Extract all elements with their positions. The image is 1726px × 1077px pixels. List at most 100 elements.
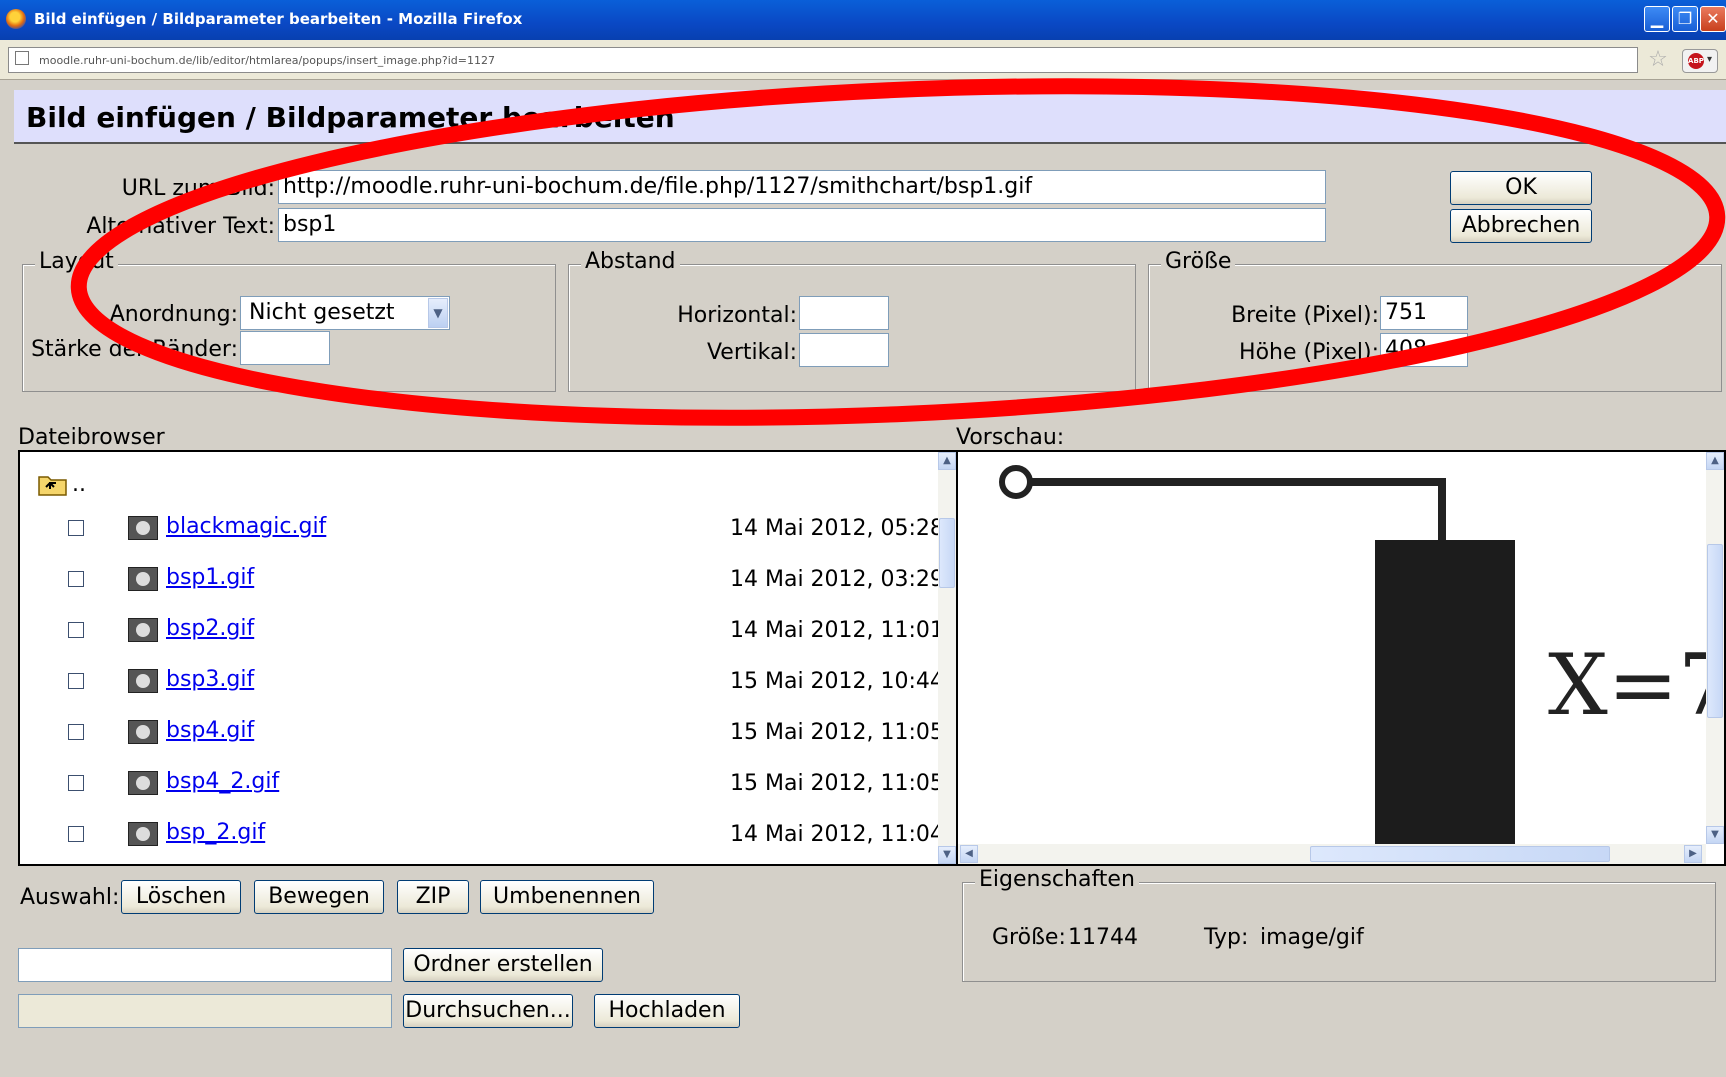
file-link[interactable]: bsp4.gif <box>166 718 254 743</box>
align-select-value: Nicht gesetzt <box>249 300 395 325</box>
preview-formula: X=7 <box>1548 636 1724 734</box>
size-info-value: 11744 <box>1068 925 1138 950</box>
address-bar[interactable]: moodle.ruhr-uni-bochum.de/lib/editor/htm… <box>8 47 1638 73</box>
firefox-icon <box>6 9 26 29</box>
scroll-right-icon[interactable]: ▶ <box>1684 845 1702 863</box>
url-input[interactable]: http://moodle.ruhr-uni-bochum.de/file.ph… <box>278 170 1326 204</box>
scroll-left-icon[interactable]: ◀ <box>960 845 978 863</box>
upload-file-input[interactable] <box>18 994 392 1028</box>
dialog-title: Bild einfügen / Bildparameter bearbeiten <box>26 101 675 134</box>
border-input[interactable] <box>240 331 330 365</box>
browse-button[interactable]: Durchsuchen... <box>403 994 573 1028</box>
cancel-button[interactable]: Abbrechen <box>1450 209 1592 243</box>
file-checkbox[interactable] <box>68 673 84 689</box>
horizontal-label: Horizontal: <box>677 303 797 328</box>
folder-name-input[interactable] <box>18 948 392 982</box>
type-info-value: image/gif <box>1260 925 1364 950</box>
url-label: URL zum Bild: <box>121 176 275 201</box>
scroll-up-icon[interactable]: ▲ <box>938 452 956 470</box>
layout-legend: Layout <box>35 249 118 274</box>
delete-button[interactable]: Löschen <box>121 880 241 914</box>
file-date: 15 Mai 2012, 11:05 <box>730 720 944 745</box>
address-url: moodle.ruhr-uni-bochum.de/lib/editor/htm… <box>39 54 495 67</box>
parent-folder-link[interactable]: .. <box>72 472 86 497</box>
file-row: bsp2.gif 14 Mai 2012, 11:01 <box>20 606 944 656</box>
upload-button[interactable]: Hochladen <box>594 994 740 1028</box>
site-identity-icon[interactable] <box>15 51 29 65</box>
file-row: bsp_2.gif 14 Mai 2012, 11:04 <box>20 810 944 860</box>
adblock-icon: ABP <box>1688 53 1704 69</box>
address-bar-row: moodle.ruhr-uni-bochum.de/lib/editor/htm… <box>0 40 1726 80</box>
properties-legend: Eigenschaften <box>975 867 1139 892</box>
alt-text-label: Alternativer Text: <box>86 214 275 239</box>
file-checkbox[interactable] <box>68 571 84 587</box>
window-title: Bild einfügen / Bildparameter bearbeiten… <box>34 10 523 28</box>
preview-vscroll-thumb[interactable] <box>1707 544 1723 718</box>
image-file-icon <box>128 669 158 693</box>
file-checkbox[interactable] <box>68 520 84 536</box>
preview-hscroll[interactable]: ◀ ▶ <box>958 844 1706 864</box>
align-select[interactable]: Nicht gesetzt ▼ <box>240 296 450 330</box>
scroll-up-icon[interactable]: ▲ <box>1706 452 1724 470</box>
file-link[interactable]: bsp2.gif <box>166 616 254 641</box>
image-file-icon <box>128 822 158 846</box>
image-file-icon <box>128 618 158 642</box>
parent-folder-icon[interactable] <box>38 472 68 496</box>
minimize-button[interactable]: ▁ <box>1644 6 1670 32</box>
zip-button[interactable]: ZIP <box>397 880 469 914</box>
align-label: Anordnung: <box>109 302 238 327</box>
preview-panel: X=7 ▲ ▼ ◀ ▶ <box>956 450 1726 866</box>
scroll-down-icon[interactable]: ▼ <box>938 846 956 864</box>
file-checkbox[interactable] <box>68 724 84 740</box>
file-date: 14 Mai 2012, 11:01 <box>730 618 944 643</box>
height-label: Höhe (Pixel): <box>1239 340 1379 365</box>
scroll-down-icon[interactable]: ▼ <box>1706 826 1724 844</box>
maximize-button[interactable]: ❐ <box>1672 6 1698 32</box>
image-file-icon <box>128 567 158 591</box>
width-label: Breite (Pixel): <box>1231 303 1379 328</box>
file-row: bsp3.gif 15 Mai 2012, 10:44 <box>20 657 944 707</box>
file-link[interactable]: bsp3.gif <box>166 667 254 692</box>
file-checkbox[interactable] <box>68 775 84 791</box>
file-browser-panel: .. blackmagic.gif 14 Mai 2012, 05:28 bsp1.… <box>18 450 958 866</box>
file-browser-label: Dateibrowser <box>18 425 165 450</box>
vertical-label: Vertikal: <box>706 340 797 365</box>
file-link[interactable]: bsp4_2.gif <box>166 769 279 794</box>
file-link[interactable]: bsp1.gif <box>166 565 254 590</box>
preview-image: X=7 <box>999 465 1724 844</box>
width-input[interactable]: 751 <box>1380 296 1468 330</box>
alt-text-input[interactable]: bsp1 <box>278 208 1326 242</box>
preview-vscroll[interactable]: ▲ ▼ <box>1706 452 1724 844</box>
preview-hscroll-thumb[interactable] <box>1310 846 1610 862</box>
file-row: bsp4.gif 15 Mai 2012, 11:05 <box>20 708 944 758</box>
chevron-down-icon[interactable]: ▼ <box>428 298 448 328</box>
file-checkbox[interactable] <box>68 826 84 842</box>
file-link[interactable]: blackmagic.gif <box>166 514 326 539</box>
ok-button[interactable]: OK <box>1450 171 1592 205</box>
type-info-label: Typ: <box>1204 925 1249 950</box>
window-titlebar: Bild einfügen / Bildparameter bearbeiten… <box>0 0 1726 40</box>
file-link[interactable]: bsp_2.gif <box>166 820 265 845</box>
close-button[interactable]: ✕ <box>1700 6 1726 32</box>
image-file-icon <box>128 720 158 744</box>
spacing-legend: Abstand <box>581 249 680 274</box>
file-checkbox[interactable] <box>68 622 84 638</box>
file-row: bsp1.gif 14 Mai 2012, 03:29 <box>20 555 944 605</box>
scroll-thumb[interactable] <box>939 518 955 588</box>
size-legend: Größe <box>1161 249 1236 274</box>
vertical-input[interactable] <box>799 333 889 367</box>
preview-label: Vorschau: <box>956 425 1065 450</box>
height-input[interactable]: 408 <box>1380 333 1468 367</box>
file-date: 15 Mai 2012, 10:44 <box>730 669 944 694</box>
move-button[interactable]: Bewegen <box>254 880 384 914</box>
adblock-button[interactable]: ABP ▾ <box>1682 49 1718 73</box>
bookmark-star-icon[interactable]: ☆ <box>1645 47 1671 73</box>
dialog-header: Bild einfügen / Bildparameter bearbeiten <box>14 90 1726 144</box>
horizontal-input[interactable] <box>799 296 889 330</box>
selection-label: Auswahl: <box>20 885 120 910</box>
file-date: 15 Mai 2012, 11:05 <box>730 771 944 796</box>
rename-button[interactable]: Umbenennen <box>480 880 654 914</box>
file-list-scrollbar[interactable]: ▲ ▼ <box>938 452 956 864</box>
file-date: 14 Mai 2012, 11:04 <box>730 822 944 847</box>
create-folder-button[interactable]: Ordner erstellen <box>403 948 603 982</box>
